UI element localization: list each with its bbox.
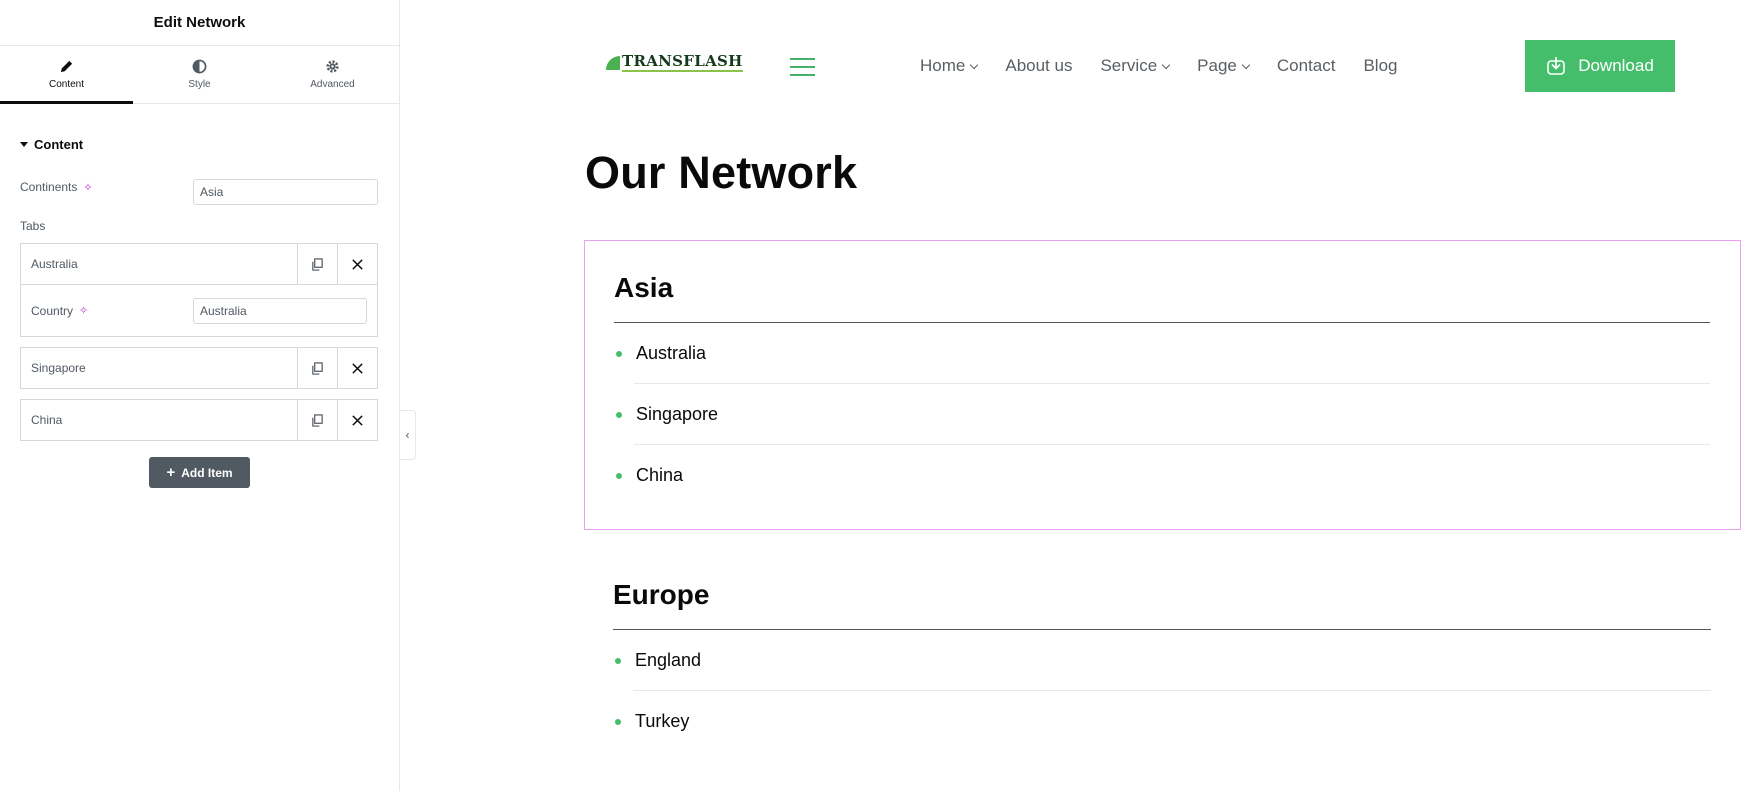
duplicate-button[interactable] bbox=[297, 400, 337, 440]
nav-item-contact[interactable]: Contact bbox=[1277, 54, 1336, 78]
editor-panel: Edit Network Content Style Advanced Cont… bbox=[0, 0, 400, 791]
country-name: England bbox=[635, 650, 702, 670]
continent-heading: Asia bbox=[614, 241, 1710, 323]
repeater-item-title: Singapore bbox=[31, 361, 86, 375]
nav-label: Home bbox=[920, 56, 966, 75]
duplicate-button[interactable] bbox=[297, 348, 337, 388]
copy-icon bbox=[312, 361, 323, 375]
chevron-down-icon bbox=[1161, 60, 1171, 69]
tab-label: Style bbox=[188, 79, 211, 90]
list-item: China bbox=[614, 445, 1710, 506]
nav-item-blog[interactable]: Blog bbox=[1363, 54, 1397, 78]
list-item: Turkey bbox=[613, 691, 1711, 752]
gear-icon bbox=[326, 60, 339, 73]
repeater-item: Singapore bbox=[20, 347, 378, 389]
country-name: Singapore bbox=[636, 404, 719, 424]
nav-label: Service bbox=[1100, 56, 1158, 75]
copy-icon bbox=[312, 413, 323, 427]
caret-down-icon bbox=[20, 142, 28, 147]
country-list: England Turkey bbox=[613, 630, 1711, 752]
repeater-item: China bbox=[20, 399, 378, 441]
download-icon bbox=[1547, 57, 1565, 75]
network-widget-europe[interactable]: Europe England Turkey bbox=[584, 548, 1741, 791]
continent-heading: Europe bbox=[613, 548, 1711, 630]
nav-item-home[interactable]: Home bbox=[920, 54, 979, 78]
panel-tabs: Content Style Advanced bbox=[0, 46, 399, 104]
tab-label: Advanced bbox=[310, 79, 355, 90]
continents-input[interactable] bbox=[193, 179, 378, 205]
continents-label: Continents ✧ bbox=[20, 180, 93, 194]
repeater-item-title: Australia bbox=[31, 257, 78, 271]
nav-item-service[interactable]: Service bbox=[1100, 54, 1171, 78]
pencil-icon bbox=[60, 60, 73, 73]
country-name: Turkey bbox=[635, 711, 690, 731]
bullet-icon bbox=[615, 718, 621, 725]
close-icon bbox=[352, 362, 363, 374]
leaf-icon bbox=[606, 56, 620, 70]
nav-item-page[interactable]: Page bbox=[1197, 54, 1251, 78]
hamburger-menu-icon[interactable] bbox=[790, 58, 815, 76]
download-label: Download bbox=[1578, 56, 1654, 75]
country-label-text: Country bbox=[31, 303, 74, 318]
network-widget-asia[interactable]: Asia Australia Singapore China bbox=[584, 240, 1741, 530]
nav-label: Contact bbox=[1276, 56, 1336, 75]
tab-label: Content bbox=[48, 79, 85, 90]
bullet-icon bbox=[616, 350, 622, 357]
ai-sparkle-icon[interactable]: ✧ bbox=[79, 304, 88, 317]
remove-button[interactable] bbox=[337, 348, 377, 388]
remove-button[interactable] bbox=[337, 244, 377, 284]
list-item: Australia bbox=[614, 323, 1710, 384]
section-title: Content bbox=[34, 137, 84, 152]
copy-icon bbox=[312, 257, 323, 271]
country-label: Country ✧ bbox=[31, 304, 88, 318]
list-item: Singapore bbox=[614, 384, 1710, 445]
panel-title: Edit Network bbox=[0, 0, 399, 46]
repeater-item-header[interactable]: China bbox=[21, 400, 377, 440]
tab-content[interactable]: Content bbox=[0, 46, 133, 104]
country-name: Australia bbox=[636, 343, 707, 363]
tab-advanced[interactable]: Advanced bbox=[266, 46, 399, 103]
logo-text: TRANSFLASH bbox=[622, 52, 743, 72]
section-toggle-content[interactable]: Content bbox=[20, 137, 83, 152]
nav-item-about[interactable]: About us bbox=[1005, 54, 1072, 78]
close-icon bbox=[352, 414, 363, 426]
nav-label: Blog bbox=[1363, 56, 1398, 75]
main-nav: Home About us Service Page Contact Blog bbox=[920, 54, 1425, 78]
repeater-item-title: China bbox=[31, 413, 63, 427]
bullet-icon bbox=[615, 657, 621, 664]
bullet-icon bbox=[616, 411, 622, 418]
remove-button[interactable] bbox=[337, 400, 377, 440]
plus-icon: + bbox=[166, 464, 176, 481]
download-button[interactable]: Download bbox=[1525, 40, 1675, 92]
list-item: England bbox=[613, 630, 1711, 691]
repeater-item-body: Country ✧ bbox=[21, 284, 377, 336]
tabs-label: Tabs bbox=[20, 219, 46, 233]
ai-sparkle-icon[interactable]: ✧ bbox=[83, 181, 92, 194]
continents-label-text: Continents bbox=[20, 180, 78, 194]
tab-style[interactable]: Style bbox=[133, 46, 266, 103]
chevron-down-icon bbox=[970, 60, 979, 69]
contrast-icon bbox=[192, 59, 207, 74]
page-title: Our Network bbox=[585, 147, 858, 198]
add-item-button[interactable]: + Add Item bbox=[149, 457, 250, 488]
nav-label: About us bbox=[1005, 56, 1073, 75]
nav-label: Page bbox=[1197, 56, 1237, 75]
country-name: China bbox=[636, 465, 684, 485]
chevron-down-icon bbox=[1241, 60, 1251, 69]
country-input[interactable] bbox=[193, 297, 367, 324]
repeater-item: Australia Country ✧ bbox=[20, 243, 378, 337]
country-list: Australia Singapore China bbox=[614, 323, 1710, 506]
repeater-item-header[interactable]: Australia bbox=[21, 244, 377, 284]
site-logo[interactable]: TRANSFLASH bbox=[606, 54, 743, 72]
bullet-icon bbox=[616, 472, 622, 479]
repeater-item-header[interactable]: Singapore bbox=[21, 348, 377, 388]
add-item-label: Add Item bbox=[181, 465, 233, 480]
duplicate-button[interactable] bbox=[297, 244, 337, 284]
site-preview: TRANSFLASH Home About us Service Page Co… bbox=[401, 0, 1760, 791]
close-icon bbox=[352, 258, 363, 270]
